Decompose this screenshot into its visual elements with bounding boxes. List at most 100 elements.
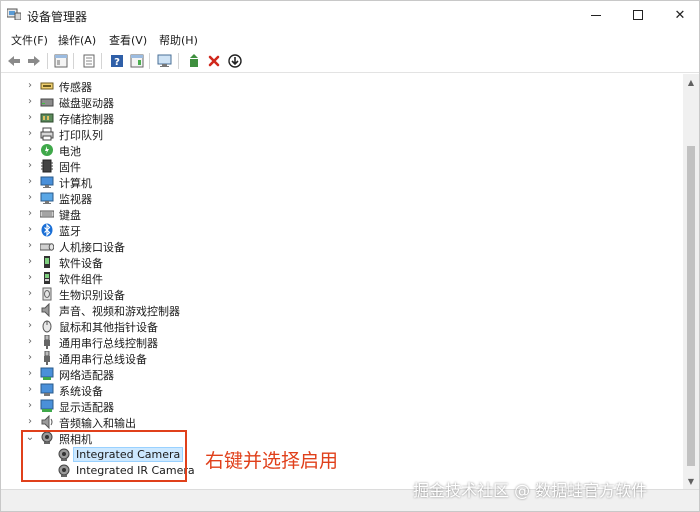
tree-item-software-devices[interactable]: › 软件设备 (1, 254, 401, 270)
help-button[interactable]: ? (108, 52, 126, 70)
tree-item-mice[interactable]: › 鼠标和其他指针设备 (1, 318, 401, 334)
title-bar[interactable]: 设备管理器 ✕ (1, 1, 699, 29)
tree-item-network-adapters[interactable]: › 网络适配器 (1, 366, 401, 382)
tree-item-bluetooth[interactable]: › 蓝牙 (1, 222, 401, 238)
scroll-down-arrow-icon[interactable]: ▼ (683, 473, 699, 489)
tree-item-label: 键盘 (59, 209, 81, 222)
tree-item-print-queues[interactable]: › 打印队列 (1, 126, 401, 142)
close-button[interactable]: ✕ (657, 1, 700, 29)
network-adapter-icon (40, 367, 54, 380)
firmware-icon (41, 159, 53, 173)
tree-item-label: 蓝牙 (59, 225, 81, 238)
expand-chevron-icon[interactable]: › (25, 240, 35, 252)
expand-chevron-icon[interactable]: › (25, 384, 35, 396)
expand-chevron-icon[interactable]: › (25, 352, 35, 364)
bluetooth-icon (41, 223, 53, 237)
mouse-icon (42, 320, 52, 333)
minimize-button[interactable] (573, 1, 619, 29)
menu-view[interactable]: 查看(V) (109, 32, 147, 48)
keyboard-icon (40, 210, 54, 218)
expand-chevron-icon[interactable]: › (25, 112, 35, 124)
expand-chevron-icon[interactable]: › (25, 128, 35, 140)
properties-panel-icon (54, 54, 68, 68)
expand-chevron-icon[interactable]: › (25, 256, 35, 268)
toolbar-separator (73, 53, 74, 69)
toolbar-separator (47, 53, 48, 69)
forward-button[interactable] (25, 52, 43, 70)
usb-device-icon (44, 351, 50, 365)
back-button[interactable] (5, 52, 23, 70)
tree-item-hid[interactable]: › 人机接口设备 (1, 238, 401, 254)
watermark-text: 掘金技术社区 @ 数据蛙官方软件 (413, 481, 648, 500)
tree-item-system-devices[interactable]: › 系统设备 (1, 382, 401, 398)
tree-item-firmware[interactable]: › 固件 (1, 158, 401, 174)
menu-file[interactable]: 文件(F) (11, 32, 48, 48)
back-arrow-icon (8, 56, 20, 66)
tree-item-label: 计算机 (59, 177, 92, 190)
tree-item-monitors[interactable]: › 监视器 (1, 190, 401, 206)
tree-item-usb-controllers[interactable]: › 通用串行总线控制器 (1, 334, 401, 350)
expand-chevron-icon[interactable]: › (25, 304, 35, 316)
tree-item-label: 通用串行总线控制器 (59, 337, 158, 350)
tree-item-label: 打印队列 (59, 129, 103, 142)
tree-item-computer[interactable]: › 计算机 (1, 174, 401, 190)
expand-chevron-icon[interactable]: › (25, 400, 35, 412)
expand-chevron-icon[interactable]: › (25, 416, 35, 428)
audio-io-icon (41, 415, 53, 429)
maximize-button[interactable] (615, 1, 661, 29)
menu-action[interactable]: 操作(A) (58, 32, 96, 48)
tree-item-keyboards[interactable]: › 键盘 (1, 206, 401, 222)
tree-item-disk-drives[interactable]: › 磁盘驱动器 (1, 94, 401, 110)
expand-chevron-icon[interactable]: › (25, 368, 35, 380)
menu-bar: 文件(F) 操作(A) 查看(V) 帮助(H) (1, 29, 699, 49)
view-panel-button[interactable] (128, 52, 146, 70)
expand-chevron-icon[interactable]: › (25, 288, 35, 300)
tree-item-sound-video-game[interactable]: › 声音、视频和游戏控制器 (1, 302, 401, 318)
tree-item-label: 系统设备 (59, 385, 103, 398)
scrollbar-thumb[interactable] (687, 146, 695, 466)
expand-chevron-icon[interactable]: › (25, 272, 35, 284)
properties-panel-button[interactable] (52, 52, 70, 70)
uninstall-button[interactable] (205, 52, 223, 70)
toolbar-separator (178, 53, 179, 69)
disk-drive-icon (40, 98, 54, 107)
expand-chevron-icon[interactable]: › (25, 144, 35, 156)
expand-chevron-icon[interactable]: › (25, 224, 35, 236)
tree-item-software-components[interactable]: › 软件组件 (1, 270, 401, 286)
expand-chevron-icon[interactable]: › (25, 160, 35, 172)
expand-chevron-icon[interactable]: › (25, 336, 35, 348)
vertical-scrollbar[interactable]: ▲ ▼ (683, 74, 699, 489)
device-manager-app-icon (7, 8, 21, 20)
computer-icon (40, 176, 54, 188)
enable-device-button[interactable] (226, 52, 244, 70)
expand-chevron-icon[interactable]: › (25, 96, 35, 108)
battery-icon (41, 144, 53, 156)
tree-item-storage-controllers[interactable]: › 存储控制器 (1, 110, 401, 126)
tree-item-label: 声音、视频和游戏控制器 (59, 305, 180, 318)
expand-chevron-icon[interactable]: › (25, 176, 35, 188)
tree-item-label: 软件组件 (59, 273, 103, 286)
scroll-up-arrow-icon[interactable]: ▲ (683, 74, 699, 90)
tree-item-batteries[interactable]: › 电池 (1, 142, 401, 158)
update-driver-button[interactable] (185, 52, 203, 70)
tree-item-audio-io[interactable]: › 音频输入和输出 (1, 414, 401, 430)
help-icon: ? (111, 55, 123, 68)
tree-item-display-adapters[interactable]: › 显示适配器 (1, 398, 401, 414)
scan-hardware-button[interactable] (156, 52, 174, 70)
tree-item-sensors[interactable]: › 传感器 (1, 78, 401, 94)
tree-item-label: 电池 (59, 145, 81, 158)
software-device-icon (44, 256, 50, 268)
tree-item-biometric[interactable]: › 生物识别设备 (1, 286, 401, 302)
expand-chevron-icon[interactable]: › (25, 320, 35, 332)
window-title: 设备管理器 (27, 10, 88, 24)
menu-help[interactable]: 帮助(H) (159, 32, 198, 48)
minimize-icon (591, 14, 601, 16)
expand-chevron-icon[interactable]: › (25, 208, 35, 220)
tree-item-usb-devices[interactable]: › 通用串行总线设备 (1, 350, 401, 366)
page-button[interactable] (80, 52, 98, 70)
forward-arrow-icon (28, 56, 40, 66)
expand-chevron-icon[interactable]: › (25, 80, 35, 92)
monitor-scan-icon (157, 54, 172, 67)
expand-chevron-icon[interactable]: › (25, 192, 35, 204)
tree-item-label: 网络适配器 (59, 369, 114, 382)
